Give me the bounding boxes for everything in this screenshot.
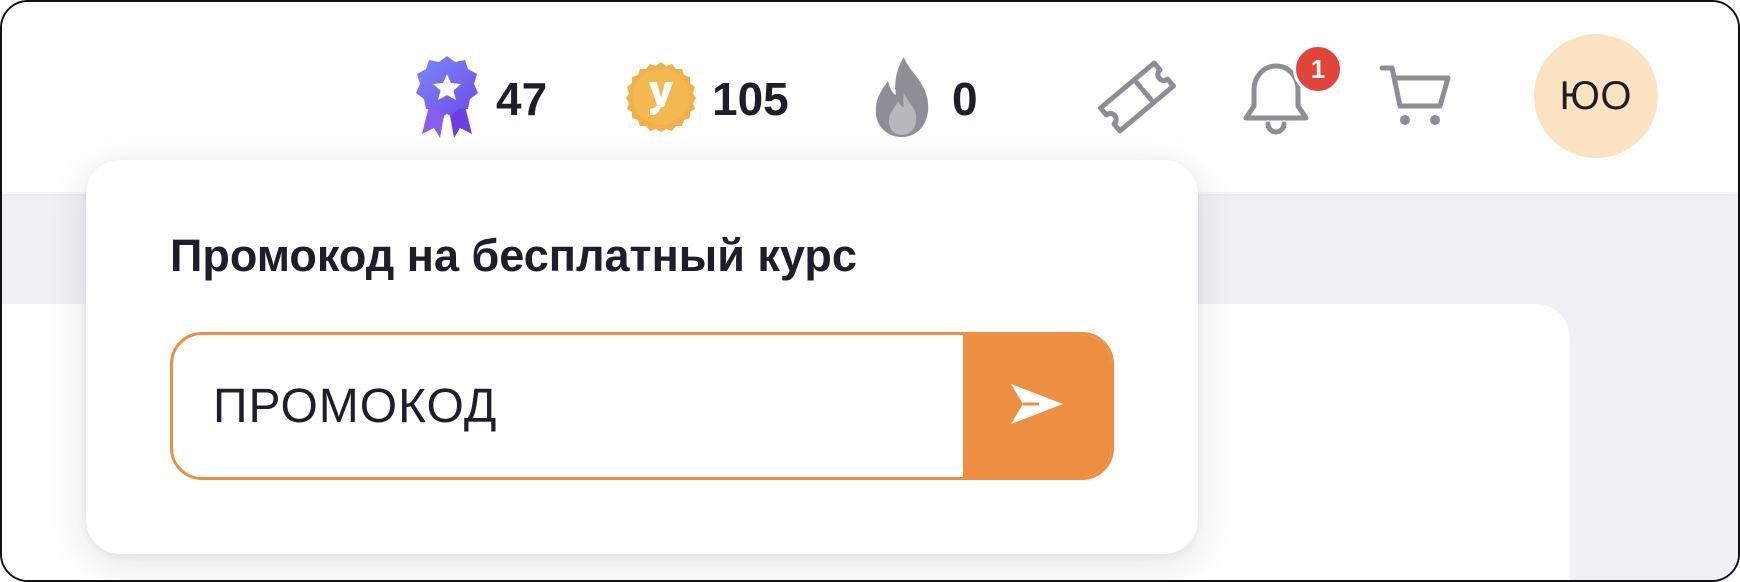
cart-button[interactable] <box>1378 62 1454 134</box>
promo-code-popup: Промокод на бесплатный курс <box>86 160 1198 554</box>
user-avatar[interactable]: ЮО <box>1534 34 1658 158</box>
send-arrow-icon <box>1009 380 1065 433</box>
awards-stat[interactable]: 47 <box>412 54 547 144</box>
flame-icon <box>868 55 938 144</box>
ticket-button[interactable] <box>1096 58 1178 140</box>
awards-count: 47 <box>496 73 548 125</box>
ticket-icon <box>1096 56 1178 143</box>
submit-promo-button[interactable] <box>963 335 1111 477</box>
cart-icon <box>1378 60 1454 137</box>
award-badge-icon <box>412 54 482 145</box>
app-window: 47 105 0 1 ЮО Промокод на бесплатный кур… <box>0 0 1740 582</box>
coins-stat[interactable]: 105 <box>624 54 789 144</box>
popup-title: Промокод на бесплатный курс <box>170 230 857 281</box>
notification-count-badge: 1 <box>1293 44 1343 94</box>
promo-code-field <box>170 332 1114 480</box>
coin-icon <box>624 60 698 139</box>
streak-count: 0 <box>952 73 978 125</box>
coins-count: 105 <box>712 73 789 125</box>
streak-stat[interactable]: 0 <box>868 54 978 144</box>
promo-code-input[interactable] <box>173 335 973 477</box>
